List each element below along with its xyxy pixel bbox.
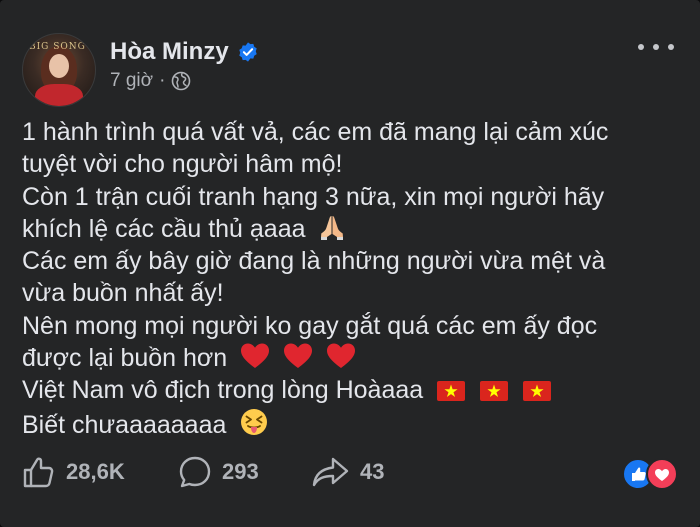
verified-badge-icon: [238, 42, 257, 62]
post-line: Biết chưaaaaaaaa: [22, 407, 682, 441]
more-dot: [638, 44, 644, 50]
red-heart-emoji: [241, 343, 270, 369]
avatar-logo-text: BIG SONG: [29, 42, 86, 52]
share-button[interactable]: 43: [312, 452, 384, 492]
comment-count: 293: [222, 459, 259, 484]
comment-button[interactable]: 293: [178, 452, 259, 492]
comment-bubble-icon: [179, 456, 211, 488]
post-line-text: tuyệt vời cho người hâm mộ!: [22, 150, 343, 179]
share-arrow-icon: [312, 457, 349, 487]
post-line: tuyệt vời cho người hâm mộ!: [22, 148, 682, 180]
post-line: 1 hành trình quá vất vả, các em đã mang …: [22, 116, 682, 148]
post-line: Nên mong mọi người ko gay gắt quá các em…: [22, 310, 682, 342]
post-card: BIG SONG Hòa Minzy 7 giờ · 1 hành trình …: [0, 0, 700, 527]
more-dot: [653, 44, 659, 50]
author-row: Hòa Minzy: [110, 38, 259, 66]
meta-separator: ·: [159, 70, 166, 91]
globe-icon[interactable]: [171, 71, 191, 91]
post-meta: 7 giờ ·: [110, 70, 191, 92]
post-line-text: khích lệ các cầu thủ ạaaa: [22, 214, 306, 243]
post-line-text: Các em ấy bây giờ đang là những người vừ…: [22, 247, 606, 276]
post-line-text: vừa buồn nhất ấy!: [22, 279, 224, 308]
post-line-text: Nên mong mọi người ko gay gắt quá các em…: [22, 311, 598, 340]
reaction-summary[interactable]: [622, 456, 680, 490]
post-line: Còn 1 trận cuối tranh hạng 3 nữa, xin mọ…: [22, 181, 682, 213]
vietnam-flag-emoji: [480, 381, 509, 402]
post-line-text: Việt Nam vô địch trong lòng Hoàaaa: [22, 376, 424, 405]
post-line-text: 1 hành trình quá vất vả, các em đã mang …: [22, 118, 609, 146]
avatar-face: [49, 54, 69, 78]
thumbs-up-icon: [23, 457, 54, 488]
more-dot: [668, 44, 674, 50]
post-line-text: Còn 1 trận cuối tranh hạng 3 nữa, xin mọ…: [22, 182, 605, 211]
post-body: 1 hành trình quá vất vả, các em đã mang …: [22, 116, 682, 441]
post-line: khích lệ các cầu thủ ạaaa: [22, 213, 682, 245]
post-line: được lại buồn hơn: [22, 342, 682, 374]
squinting-tongue-emoji: [241, 408, 268, 435]
post-line-text: được lại buồn hơn: [22, 344, 228, 373]
red-heart-emoji: [284, 343, 313, 369]
folded-hands-emoji: [321, 215, 344, 240]
like-count: 28,6K: [66, 459, 125, 484]
avatar[interactable]: BIG SONG: [22, 33, 96, 107]
avatar-dress: [35, 84, 83, 106]
like-button[interactable]: 28,6K: [22, 452, 125, 492]
love-reaction-icon: [646, 458, 678, 490]
post-line-text: Biết chưaaaaaaaa: [22, 410, 227, 439]
vietnam-flag-emoji: [437, 381, 466, 402]
author-name[interactable]: Hòa Minzy: [110, 38, 229, 66]
share-count: 43: [360, 459, 385, 484]
post-actions: 28,6K 293 43: [22, 452, 682, 492]
red-heart-emoji: [327, 343, 356, 369]
more-options-icon[interactable]: [638, 40, 674, 54]
post-line: Việt Nam vô địch trong lòng Hoàaaa: [22, 374, 682, 406]
post-line: Các em ấy bây giờ đang là những người vừ…: [22, 245, 682, 277]
post-line: vừa buồn nhất ấy!: [22, 277, 682, 309]
love-reaction-glyph: [655, 469, 669, 481]
post-timestamp[interactable]: 7 giờ: [110, 70, 153, 92]
vietnam-flag-emoji: [523, 381, 552, 402]
